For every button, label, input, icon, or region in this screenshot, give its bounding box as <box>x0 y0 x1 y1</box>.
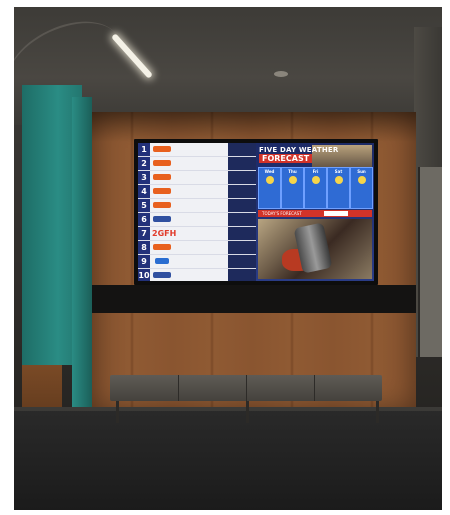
item-name <box>174 159 226 168</box>
top-ten-list: 1 2 3 4 5 6 7 2GFH 8 9 10 <box>138 143 256 281</box>
sun-icon <box>265 176 274 184</box>
weather-panel: FIVE DAY WEATHER FORECAST Wed Thu Fri Sa… <box>256 143 374 281</box>
bench-leg <box>246 401 249 423</box>
rank-number: 8 <box>138 241 150 254</box>
station-logo <box>153 244 171 250</box>
forecast-tag <box>324 211 348 216</box>
rank-number: 6 <box>138 213 150 226</box>
rank-number: 9 <box>138 255 150 268</box>
item-label <box>228 171 256 184</box>
rank-number: 5 <box>138 199 150 212</box>
item-label <box>228 213 256 226</box>
item-name <box>174 243 226 252</box>
doorway <box>418 167 442 357</box>
item-label <box>228 143 256 156</box>
bench-seam <box>314 375 315 401</box>
item-label <box>228 199 256 212</box>
list-item: 2 <box>138 157 256 171</box>
station-logo <box>153 202 171 208</box>
item-name <box>174 201 226 210</box>
rank-number: 4 <box>138 185 150 198</box>
item-label <box>228 227 256 240</box>
rank-number: 3 <box>138 171 150 184</box>
forecast-day: Fri <box>304 167 327 209</box>
list-item: 5 <box>138 199 256 213</box>
weather-title: FIVE DAY WEATHER <box>259 146 339 154</box>
forecast-bar: TODAY'S FORECAST <box>258 210 372 217</box>
forecast-day: Sun <box>350 167 373 209</box>
list-item: 10 <box>138 269 256 281</box>
sun-icon <box>357 176 366 184</box>
list-item: 3 <box>138 171 256 185</box>
item-label <box>228 241 256 254</box>
bench-leg <box>116 401 119 423</box>
weather-subtitle: FORECAST <box>259 154 313 163</box>
forecast-bar-text: TODAY'S FORECAST <box>262 211 302 216</box>
rank-number: 2 <box>138 157 150 170</box>
item-name <box>174 257 226 266</box>
list-item: 7 2GFH <box>138 227 256 241</box>
bench-leg <box>376 401 379 423</box>
station-logo <box>155 258 169 264</box>
promo-image <box>258 219 372 279</box>
item-name <box>174 173 226 182</box>
bench-seam <box>246 375 247 401</box>
list-item: 8 <box>138 241 256 255</box>
sun-icon <box>311 176 320 184</box>
display-screen: 1 2 3 4 5 6 7 2GFH 8 9 10 FIVE DAY WEATH… <box>138 143 374 281</box>
forecast-day: Sat <box>327 167 350 209</box>
station-logo <box>153 160 171 166</box>
item-name <box>174 145 226 154</box>
teal-column <box>72 97 92 427</box>
station-logo <box>153 146 171 152</box>
rank-number: 7 <box>138 227 150 240</box>
sun-icon <box>334 176 343 184</box>
sun-icon <box>288 176 297 184</box>
rank-number: 1 <box>138 143 150 156</box>
list-item: 4 <box>138 185 256 199</box>
list-item: 9 <box>138 255 256 269</box>
rank-number: 10 <box>138 269 150 281</box>
station-logo: 2GFH <box>152 229 177 238</box>
smoke-detector <box>274 71 288 77</box>
station-logo <box>153 272 171 278</box>
item-label <box>228 255 256 268</box>
black-band <box>92 285 416 313</box>
lobby-photo: 1 2 3 4 5 6 7 2GFH 8 9 10 FIVE DAY WEATH… <box>14 7 442 510</box>
bench-seam <box>178 375 179 401</box>
item-label <box>228 157 256 170</box>
forecast-day: Wed <box>258 167 281 209</box>
forecast-day: Thu <box>281 167 304 209</box>
item-label <box>228 185 256 198</box>
wood-shadow <box>92 112 416 142</box>
item-name <box>174 215 226 224</box>
list-item: 1 <box>138 143 256 157</box>
list-item: 6 <box>138 213 256 227</box>
station-logo <box>153 174 171 180</box>
image-frame: 1 2 3 4 5 6 7 2GFH 8 9 10 FIVE DAY WEATH… <box>0 0 450 515</box>
station-logo <box>153 216 171 222</box>
station-logo <box>153 188 171 194</box>
item-name <box>174 229 226 238</box>
item-name <box>174 187 226 196</box>
bench <box>110 375 382 401</box>
item-label <box>228 269 256 281</box>
item-name <box>174 271 226 280</box>
forecast-days: Wed Thu Fri Sat Sun <box>258 167 373 209</box>
